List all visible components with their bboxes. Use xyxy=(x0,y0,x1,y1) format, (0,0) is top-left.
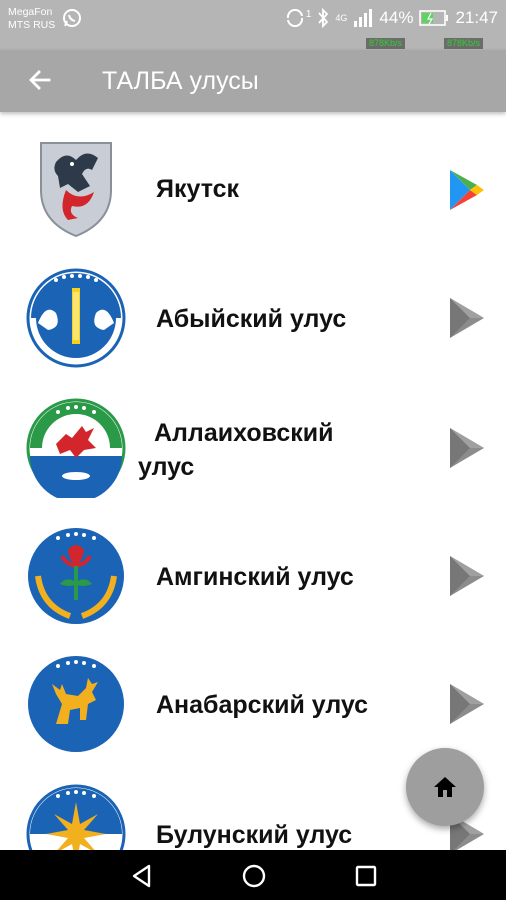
clock: 21:47 xyxy=(455,8,498,27)
signal-icon xyxy=(354,9,373,27)
bluetooth-icon xyxy=(318,8,329,28)
sim-badge: 1 xyxy=(305,8,312,20)
yakutsk-coat-of-arms-icon xyxy=(40,142,112,238)
arrow-left-icon xyxy=(29,70,51,90)
list-item[interactable]: Абыйский улус xyxy=(0,268,506,398)
nav-recents-icon xyxy=(355,865,377,887)
google-play-gray-icon[interactable] xyxy=(446,682,486,726)
carrier-1: MegaFon xyxy=(8,6,53,18)
net-speed-1: 878Kb/s xyxy=(366,38,406,49)
back-button[interactable] xyxy=(22,62,58,98)
app-bar: ТАЛБА улусы xyxy=(0,50,506,112)
abyisky-emblem-icon xyxy=(26,268,126,368)
home-fab-button[interactable] xyxy=(406,748,484,826)
item-label: Абыйский улус xyxy=(156,305,347,333)
home-icon xyxy=(434,777,456,797)
net-speed-2: 878Kb/s xyxy=(444,38,484,49)
status-bar: MegaFon MTS RUS 1 4G 44% 21:47 878Kb/s 8… xyxy=(0,0,506,50)
google-play-gray-icon[interactable] xyxy=(446,554,486,598)
item-label: Анабарский улус xyxy=(156,691,369,719)
item-label-text: Аллаиховский улус xyxy=(138,419,334,481)
nav-back-button[interactable] xyxy=(126,860,158,892)
item-label: Аллаиховский улус xyxy=(138,416,378,484)
list-item[interactable]: Аллаиховский улус xyxy=(0,398,506,528)
battery-percent: 44% xyxy=(379,8,414,27)
network-type-badge: 4G xyxy=(335,13,348,23)
google-play-gray-icon[interactable] xyxy=(446,296,486,340)
item-label: Якутск xyxy=(156,175,240,203)
google-play-color-icon[interactable] xyxy=(446,168,486,212)
item-label: Амгинский улус xyxy=(156,563,354,591)
amginsky-emblem-icon xyxy=(28,528,124,624)
sync-icon xyxy=(286,9,303,27)
google-play-gray-icon[interactable] xyxy=(446,426,486,470)
anabarsky-emblem-icon xyxy=(28,656,124,752)
nav-recents-button[interactable] xyxy=(350,860,382,892)
allaikhovsky-emblem-icon xyxy=(26,398,126,498)
item-label: Булунский улус xyxy=(156,821,353,849)
whatsapp-icon xyxy=(63,9,81,27)
battery-icon xyxy=(419,10,449,26)
ulus-list: Якутск Абыйский улус Аллаиховский улус А… xyxy=(0,112,506,850)
bulunsky-emblem-icon xyxy=(26,784,126,850)
nav-home-icon xyxy=(242,864,266,888)
nav-home-button[interactable] xyxy=(238,860,270,892)
navigation-bar xyxy=(0,850,506,900)
list-item[interactable]: Якутск xyxy=(0,140,506,270)
carrier-2: MTS RUS xyxy=(8,19,56,31)
status-icons: 1 4G 44% 21:47 xyxy=(284,6,498,30)
carrier-info: MegaFon MTS RUS xyxy=(8,6,55,32)
page-title: ТАЛБА улусы xyxy=(102,67,259,95)
list-item[interactable]: Амгинский улус xyxy=(0,526,506,656)
nav-back-icon xyxy=(132,864,151,888)
